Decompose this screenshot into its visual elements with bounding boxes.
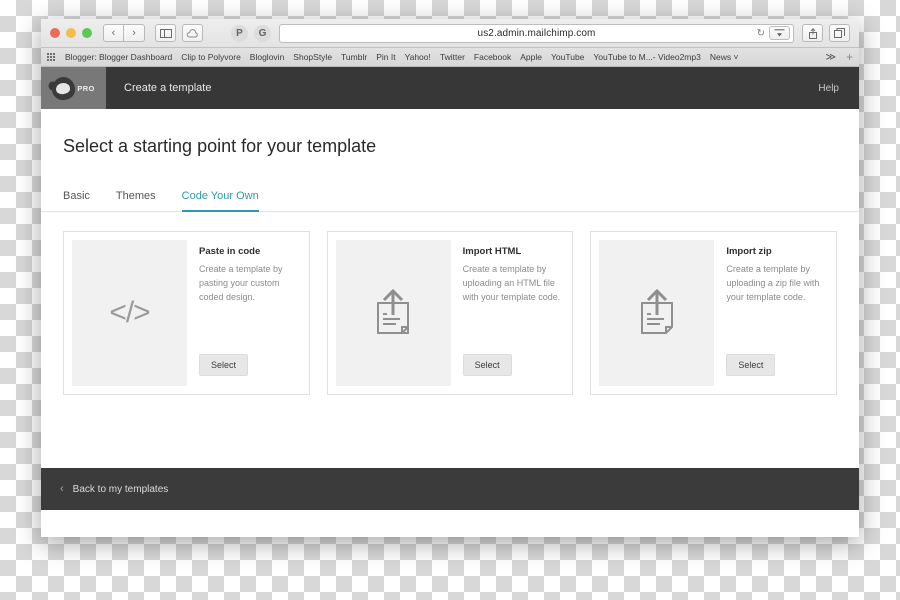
template-options-list: </> Paste in code Create a template by p… [41, 212, 859, 395]
mailchimp-logo[interactable]: PRO [41, 67, 106, 109]
tab-themes[interactable]: Themes [116, 190, 156, 212]
bookmark-shopstyle[interactable]: ShopStyle [293, 52, 332, 62]
card-thumbnail [599, 240, 715, 386]
cloud-glyph [186, 28, 198, 37]
card-description: Create a template by uploading an HTML f… [462, 264, 561, 302]
card-title: Import zip [726, 246, 772, 257]
bookmark-tumblr[interactable]: Tumblr [341, 52, 367, 62]
address-bar-actions: ↻ [757, 26, 790, 40]
app-header: PRO Create a template Help [41, 67, 859, 109]
bookmark-bloglovin[interactable]: Bloglovin [250, 52, 285, 62]
tab-code-your-own[interactable]: Code Your Own [181, 190, 259, 212]
close-window-button[interactable] [50, 28, 60, 38]
grammarly-extension-icon[interactable]: G [254, 24, 271, 42]
tabs-glyph [834, 28, 845, 38]
card-import-zip[interactable]: Import zip Create a template by uploadin… [590, 231, 838, 395]
browser-window: ‹ › P G us2.admin.mailchimp.com ↻ Blogge… [41, 19, 859, 537]
bookmark-twitter[interactable]: Twitter [440, 52, 465, 62]
upload-document-icon [377, 288, 410, 334]
navigation-buttons: ‹ › [103, 24, 145, 42]
page-title: Select a starting point for your templat… [63, 136, 377, 156]
zoom-window-button[interactable] [82, 28, 92, 38]
back-button[interactable]: ‹ [103, 24, 124, 42]
minimize-window-button[interactable] [66, 28, 76, 38]
card-thumbnail [335, 240, 451, 386]
card-paste-in-code[interactable]: </> Paste in code Create a template by p… [63, 231, 310, 395]
bookmark-clip-to-polyvore[interactable]: Clip to Polyvore [181, 52, 241, 62]
browser-toolbar: ‹ › P G us2.admin.mailchimp.com ↻ [41, 19, 859, 48]
page-content: Select a starting point for your templat… [41, 109, 859, 510]
share-icon[interactable] [802, 24, 823, 42]
select-button[interactable]: Select [462, 354, 512, 376]
upload-document-icon [640, 288, 673, 334]
bookmark-facebook[interactable]: Facebook [474, 52, 511, 62]
share-glyph [808, 27, 817, 39]
bookmark-pin-it[interactable]: Pin It [376, 52, 395, 62]
apps-grid-icon[interactable] [47, 52, 56, 62]
bookmark-yahoo[interactable]: Yahoo! [405, 52, 431, 62]
sidebar-glyph [159, 28, 172, 38]
help-link[interactable]: Help [818, 83, 839, 94]
bookmarks-bar: Blogger: Blogger Dashboard Clip to Polyv… [41, 48, 859, 67]
window-traffic-lights [50, 28, 92, 38]
card-title: Import HTML [462, 246, 522, 257]
show-tabs-icon[interactable] [829, 24, 850, 42]
pro-badge: PRO [77, 83, 95, 93]
bookmark-apple[interactable]: Apple [520, 52, 542, 62]
card-import-html[interactable]: Import HTML Create a template by uploadi… [326, 231, 574, 395]
card-body: Import zip Create a template by uploadin… [714, 240, 828, 386]
code-brackets-icon: </> [109, 296, 150, 329]
add-bookmark-icon[interactable]: + [846, 50, 853, 64]
reader-view-icon[interactable] [769, 26, 790, 40]
pinterest-extension-icon[interactable]: P [231, 24, 248, 42]
app-title: Create a template [124, 82, 212, 94]
card-description: Create a template by uploading a zip fil… [726, 264, 820, 302]
bookmarks-bar-right: ≫ + [826, 50, 853, 64]
url-text: us2.admin.mailchimp.com [477, 27, 596, 39]
chimp-mascot-icon [50, 75, 77, 101]
chevron-left-icon: ‹ [60, 483, 64, 495]
bookmark-youtube[interactable]: YouTube [551, 52, 584, 62]
card-title: Paste in code [199, 246, 261, 257]
forward-button[interactable]: › [124, 24, 145, 42]
select-button[interactable]: Select [199, 354, 249, 376]
select-button[interactable]: Select [726, 354, 776, 376]
template-tabs: Basic Themes Code Your Own [41, 190, 859, 212]
sidebar-icon[interactable] [155, 24, 176, 42]
tab-basic[interactable]: Basic [63, 190, 90, 212]
bookmark-video2mp3[interactable]: YouTube to M...- Video2mp3 [593, 52, 700, 62]
reader-glyph [774, 28, 785, 36]
card-body: Paste in code Create a template by pasti… [187, 240, 301, 386]
card-body: Import HTML Create a template by uploadi… [451, 240, 565, 386]
bookmark-blogger[interactable]: Blogger: Blogger Dashboard [65, 52, 172, 62]
page-footer: ‹ Back to my templates [41, 468, 859, 510]
bookmarks-overflow-icon[interactable]: ≫ [826, 52, 836, 63]
card-thumbnail: </> [72, 240, 187, 386]
address-bar[interactable]: us2.admin.mailchimp.com ↻ [279, 23, 794, 43]
back-to-my-templates-link[interactable]: Back to my templates [73, 484, 169, 495]
icloud-icon[interactable] [182, 24, 203, 42]
card-description: Create a template by pasting your custom… [199, 264, 283, 302]
reload-icon[interactable]: ↻ [757, 28, 765, 39]
bookmark-folder-news[interactable]: News ˅ [710, 52, 739, 62]
